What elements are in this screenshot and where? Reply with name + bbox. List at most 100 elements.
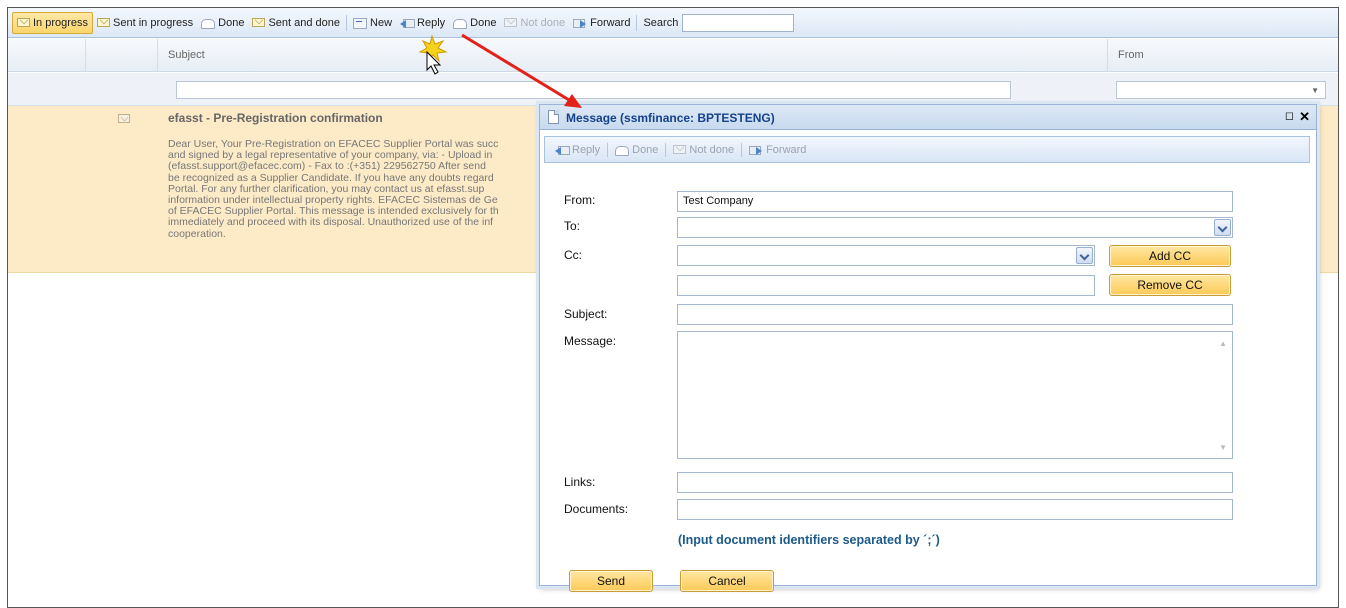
- app-frame: In progress Sent in progress Done Sent a…: [7, 7, 1339, 608]
- message-textarea[interactable]: ▲ ▼: [677, 331, 1233, 459]
- dialog-toolbar: Reply Done Not done Forward: [544, 136, 1310, 163]
- dialog-reply-label: Reply: [572, 143, 601, 156]
- cancel-button[interactable]: Cancel: [680, 570, 774, 592]
- in-progress-label: In progress: [33, 16, 89, 29]
- preview-line: and signed by a legal representative of …: [168, 150, 493, 162]
- chevron-down-icon[interactable]: [1214, 219, 1231, 236]
- filter-done-button[interactable]: Done: [197, 12, 248, 34]
- forward-label: Forward: [590, 16, 631, 29]
- toolbar-separator: [636, 14, 638, 31]
- cc-select[interactable]: [677, 245, 1095, 266]
- new-message-icon: [353, 17, 368, 29]
- links-field[interactable]: [677, 472, 1233, 493]
- preview-line: (efasst.support@efacec.com) - Fax to :(+…: [168, 161, 486, 173]
- links-label: Links:: [564, 475, 596, 489]
- grid-col-blank-1[interactable]: [8, 39, 86, 72]
- reply-label: Reply: [417, 16, 446, 29]
- grid-filter-row: ▼: [8, 73, 1338, 106]
- document-icon: [548, 110, 559, 124]
- dialog-forward-label: Forward: [766, 143, 807, 156]
- forward-icon: [573, 17, 587, 28]
- envelope-icon: [17, 18, 30, 27]
- not-done-envelope-icon: [504, 18, 518, 27]
- add-cc-button[interactable]: Add CC: [1109, 245, 1231, 267]
- dialog-done-label: Done: [632, 143, 659, 156]
- forward-icon: [749, 144, 763, 155]
- mark-done-label: Done: [470, 16, 497, 29]
- toolbar-separator: [741, 142, 743, 157]
- dialog-title-bar[interactable]: Message (ssmfinance: BPTESTENG) ◻ ✕: [540, 105, 1316, 130]
- search-label: Search: [643, 16, 679, 29]
- from-header-label: From: [1118, 49, 1144, 61]
- message-preview: Dear User, Your Pre-Registration on EFAC…: [168, 139, 540, 240]
- send-button[interactable]: Send: [569, 570, 653, 592]
- grid-header: Subject From: [8, 39, 1338, 72]
- preview-line: Dear User, Your Pre-Registration on EFAC…: [168, 139, 499, 150]
- subject-field[interactable]: [677, 304, 1233, 325]
- to-label: To:: [564, 219, 581, 233]
- new-message-button[interactable]: New: [349, 12, 396, 34]
- not-done-label: Not done: [520, 16, 566, 29]
- chevron-down-icon[interactable]: [1076, 247, 1093, 264]
- sent-envelope-icon: [97, 18, 111, 27]
- toolbar-separator: [607, 142, 609, 157]
- toolbar-separator: [346, 14, 348, 31]
- documents-label: Documents:: [564, 502, 629, 516]
- done-icon: [453, 17, 468, 29]
- from-field[interactable]: Test Company: [677, 191, 1233, 212]
- subject-label: Subject:: [564, 307, 608, 321]
- filter-sent-in-progress-button[interactable]: Sent in progress: [93, 12, 197, 34]
- reply-icon: [555, 144, 570, 155]
- scroll-down-icon[interactable]: ▼: [1219, 443, 1227, 452]
- dialog-title: Message (ssmfinance: BPTESTENG): [566, 111, 775, 125]
- main-toolbar: In progress Sent in progress Done Sent a…: [8, 8, 1338, 38]
- preview-line: immediately and proceed with its disposa…: [168, 217, 494, 229]
- preview-line: be recognized as a Supplier Candidate. I…: [168, 172, 494, 184]
- message-label: Message:: [564, 334, 617, 348]
- envelope-icon: [673, 145, 687, 154]
- done-label: Done: [218, 16, 245, 29]
- new-label: New: [370, 16, 393, 29]
- dialog-forward-button[interactable]: Forward: [745, 144, 810, 156]
- preview-line: cooperation.: [168, 228, 226, 240]
- filter-in-progress-button[interactable]: In progress: [12, 11, 94, 34]
- preview-line: information under intellectual property …: [168, 195, 498, 207]
- preview-line: of EFACEC Supplier Portal. This message …: [168, 206, 499, 218]
- close-icon[interactable]: ✕: [1299, 109, 1310, 125]
- dialog-not-done-button[interactable]: Not done: [669, 144, 738, 156]
- remove-cc-button[interactable]: Remove CC: [1109, 274, 1231, 296]
- documents-hint: (Input document identifiers separated by…: [678, 533, 940, 547]
- sent-in-progress-label: Sent in progress: [113, 16, 194, 29]
- grid-col-subject[interactable]: Subject: [158, 39, 1108, 72]
- maximize-icon[interactable]: ◻: [1285, 109, 1294, 122]
- documents-field[interactable]: [677, 499, 1233, 520]
- from-filter-select[interactable]: ▼: [1116, 81, 1326, 99]
- reply-icon: [400, 17, 416, 28]
- dialog-not-done-label: Not done: [689, 143, 735, 156]
- preview-line: Portal. For any further clarification, y…: [168, 183, 485, 195]
- forward-button[interactable]: Forward: [569, 12, 634, 34]
- reply-button[interactable]: Reply: [396, 12, 449, 34]
- subject-header-label: Subject: [168, 49, 205, 61]
- subject-filter-input[interactable]: [176, 81, 1011, 99]
- search-input[interactable]: [682, 13, 795, 32]
- chevron-down-icon: ▼: [1311, 86, 1319, 95]
- grid-col-blank-2[interactable]: [86, 39, 158, 72]
- sent-and-done-label: Sent and done: [268, 16, 341, 29]
- to-select[interactable]: [677, 217, 1233, 238]
- mark-done-button[interactable]: Done: [449, 12, 500, 34]
- grid-col-from[interactable]: From: [1108, 39, 1338, 72]
- cc-list-field[interactable]: [677, 275, 1095, 296]
- done-icon: [615, 144, 630, 156]
- scroll-up-icon[interactable]: ▲: [1219, 339, 1227, 348]
- cc-label: Cc:: [564, 248, 582, 262]
- dialog-done-button[interactable]: Done: [611, 144, 662, 156]
- mark-not-done-button[interactable]: Not done: [500, 12, 569, 34]
- envelope-icon: [118, 114, 130, 123]
- dialog-reply-button[interactable]: Reply: [551, 144, 604, 156]
- from-label: From:: [564, 193, 596, 207]
- message-subject: efasst - Pre-Registration confirmation: [168, 111, 383, 125]
- sent-done-envelope-icon: [252, 18, 266, 27]
- filter-sent-and-done-button[interactable]: Sent and done: [248, 12, 344, 34]
- toolbar-separator: [665, 142, 667, 157]
